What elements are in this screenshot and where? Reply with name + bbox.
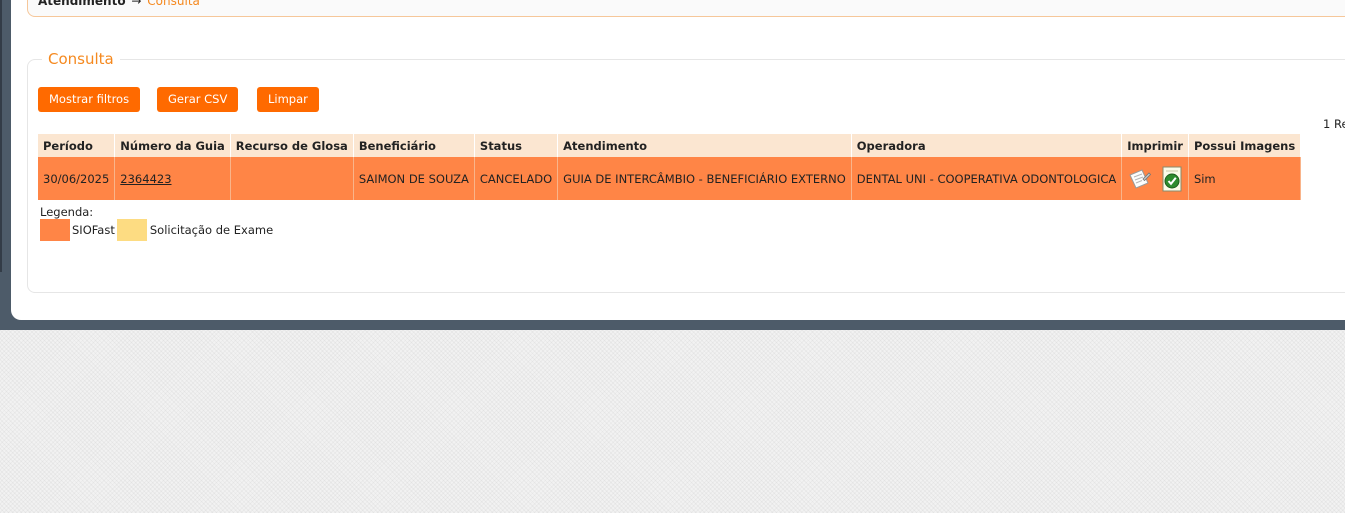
cell-possui-imagens: Sim	[1188, 157, 1302, 200]
cell-beneficiario: SAIMON DE SOUZA	[353, 157, 475, 200]
breadcrumb-root[interactable]: Atendimento	[38, 0, 126, 8]
cell-operadora: DENTAL UNI - COOPERATIVA ODONTOLOGICA	[851, 157, 1123, 200]
col-header-imprimir: Imprimir	[1121, 134, 1189, 157]
guia-number-link[interactable]: 2364423	[120, 172, 171, 186]
col-header-status[interactable]: Status	[474, 134, 559, 157]
cell-periodo: 30/06/2025	[38, 157, 116, 200]
legend-label-siofast: SIOFast	[72, 223, 115, 237]
table-row[interactable]: 30/06/2025 2364423 SAIMON DE SOUZA CANCE…	[38, 157, 1302, 200]
legend: SIOFast Solicitação de Exame	[40, 219, 275, 241]
show-filters-button[interactable]: Mostrar filtros	[38, 87, 141, 112]
legend-swatch-siofast	[40, 219, 70, 241]
left-sidebar-edge	[0, 0, 2, 272]
col-header-recurso-glosa[interactable]: Recurso de Glosa	[230, 134, 354, 157]
breadcrumb-current: Consulta	[147, 0, 200, 8]
col-header-atendimento[interactable]: Atendimento	[557, 134, 852, 157]
cell-status: CANCELADO	[474, 157, 559, 200]
cell-atendimento: GUIA DE INTERCÂMBIO - BENEFICIÁRIO EXTER…	[557, 157, 852, 200]
legend-label: Legenda:	[40, 205, 94, 219]
col-header-beneficiario[interactable]: Beneficiário	[353, 134, 475, 157]
legend-label-solicitacao-exame: Solicitação de Exame	[149, 223, 274, 237]
table-header-row: Período Número da Guia Recurso de Glosa …	[38, 134, 1302, 157]
cell-numero-guia: 2364423	[114, 157, 231, 200]
col-header-operadora[interactable]: Operadora	[851, 134, 1123, 157]
cell-imprimir	[1121, 157, 1189, 200]
clear-button[interactable]: Limpar	[257, 87, 319, 112]
col-header-possui-imagens[interactable]: Possui Imagens	[1188, 134, 1302, 157]
breadcrumb-separator: →	[131, 0, 142, 8]
record-count: 1 Re	[1323, 117, 1345, 131]
col-header-periodo[interactable]: Período	[38, 134, 116, 157]
legend-swatch-solicitacao-exame	[116, 219, 147, 241]
approved-document-icon[interactable]	[1161, 166, 1183, 192]
col-header-numero-guia[interactable]: Número da Guia	[114, 134, 231, 157]
section-title: Consulta	[42, 50, 120, 68]
results-table: Período Número da Guia Recurso de Glosa …	[38, 134, 1302, 200]
print-document-icon[interactable]	[1127, 167, 1152, 191]
cell-recurso-glosa	[230, 157, 354, 200]
generate-csv-button[interactable]: Gerar CSV	[157, 87, 239, 112]
breadcrumb: Atendimento → Consulta	[27, 0, 1345, 17]
